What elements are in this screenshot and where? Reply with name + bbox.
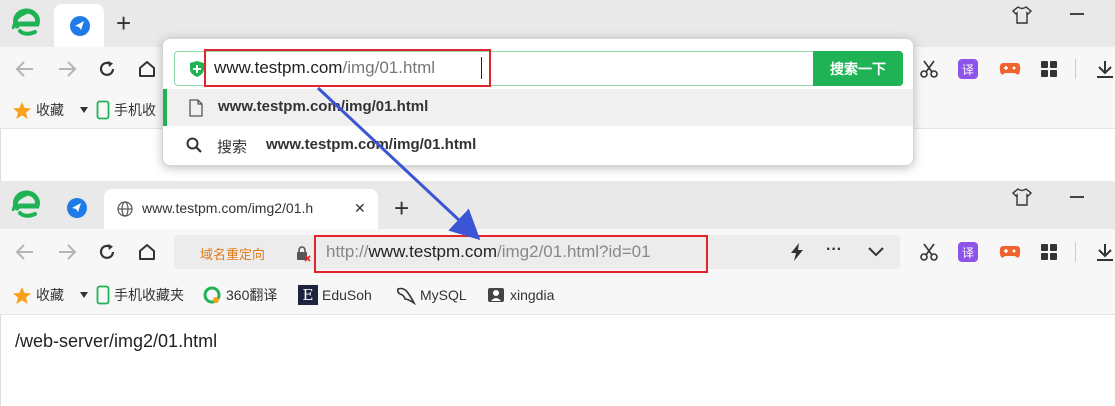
annotation-arrow-line: [316, 86, 481, 241]
annotation-arrow: [316, 86, 481, 241]
